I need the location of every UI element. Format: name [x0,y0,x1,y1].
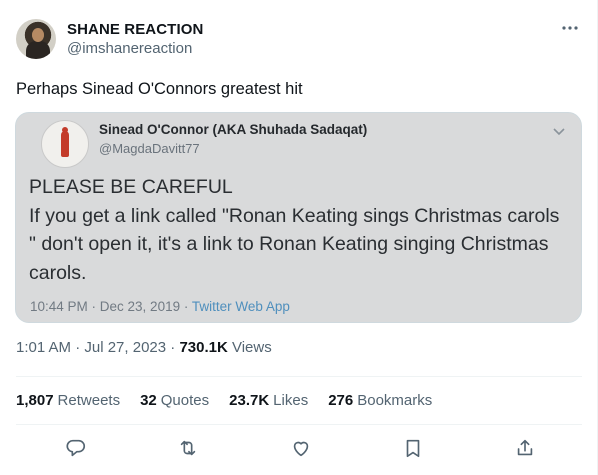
quoted-line-warning: PLEASE BE CAREFUL [29,176,233,198]
quoted-handle: @MagdaDavitt77 [99,141,200,156]
quoted-source: Twitter Web App [191,299,290,314]
views-label: Views [227,339,272,356]
tweet-text: Perhaps Sinead O'Connors greatest hit [16,80,303,98]
quotes-label: Quotes [160,392,210,409]
retweets-label: Retweets [57,392,121,409]
retweets-count: 1,807 [16,392,54,409]
quotes-count: 32 [140,392,157,409]
author-names: SHANE REACTION @imshanereaction [67,20,203,59]
quoted-tweet-image[interactable]: Sinead O'Connor (AKA Shuhada Sadaqat) @M… [15,112,582,323]
bookmarks-count: 276 [328,392,354,409]
author-display-name[interactable]: SHANE REACTION [67,20,203,39]
divider [16,376,582,377]
quoted-line-message: If you get a link called "Ronan Keating … [29,204,560,284]
heart-icon[interactable] [289,436,313,460]
quoted-meta: 10:44 PM · Dec 23, 2019 · Twitter Web Ap… [30,299,290,314]
tweet-author[interactable]: SHANE REACTION @imshanereaction [16,18,203,60]
author-handle[interactable]: @imshanereaction [67,39,203,59]
bookmark-icon[interactable] [401,436,425,460]
tweet-timestamp[interactable]: 1:01 AM · Jul 27, 2023 · [16,339,179,356]
bookmarks-stat[interactable]: 276 Bookmarks [328,392,432,409]
quoted-body: PLEASE BE CAREFUL If you get a link call… [29,173,569,287]
likes-stat[interactable]: 23.7K Likes [229,392,308,409]
quoted-timestamp: 10:44 PM · Dec 23, 2019 · [30,299,192,314]
share-icon[interactable] [513,436,537,460]
likes-count: 23.7K [229,392,270,409]
avatar[interactable] [16,19,56,59]
retweets-stat[interactable]: 1,807 Retweets [16,392,120,409]
reply-icon[interactable] [64,436,88,460]
divider [16,424,582,425]
more-dots-icon[interactable] [560,20,580,36]
bookmarks-label: Bookmarks [357,392,433,409]
quoted-display-name: Sinead O'Connor (AKA Shuhada Sadaqat) [99,122,368,137]
views-count: 730.1K [179,339,228,356]
quotes-stat[interactable]: 32 Quotes [140,392,209,409]
chevron-down-icon [553,123,565,141]
retweet-icon[interactable] [176,436,200,460]
tweet-meta: 1:01 AM · Jul 27, 2023 · 730.1K Views [16,339,272,356]
quoted-avatar [41,120,89,168]
action-bar [16,436,582,460]
likes-label: Likes [273,392,309,409]
tweet-stats: 1,807 Retweets 32 Quotes 23.7K Likes 276 Boo… [16,392,452,409]
